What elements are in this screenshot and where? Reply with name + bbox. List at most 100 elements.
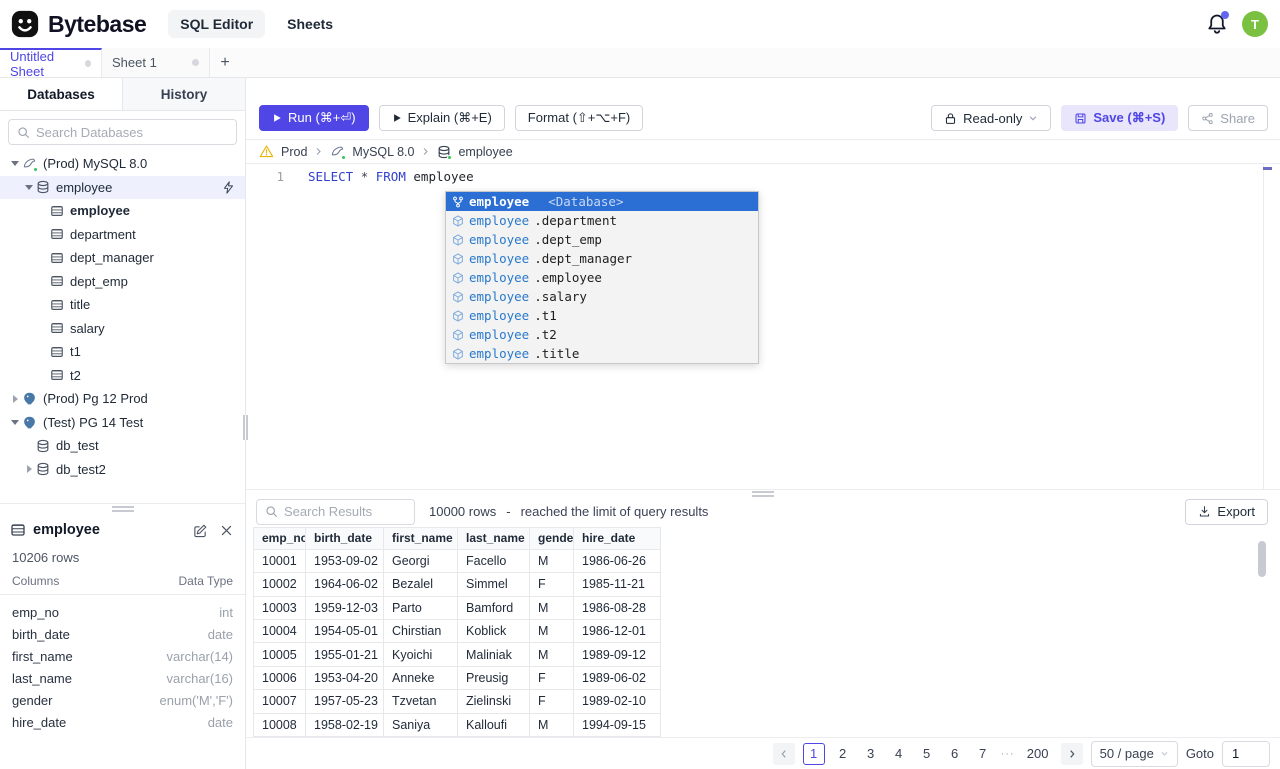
page-2-button[interactable]: 2 — [833, 746, 853, 761]
editor-toolbar: Run (⌘+⏎) Explain (⌘+E) Format (⇧+⌥+F) R… — [246, 78, 1280, 131]
editor-scroll-rail[interactable] — [1263, 164, 1264, 489]
page-1-button[interactable]: 1 — [802, 742, 825, 765]
sql-keyword: SELECT — [308, 169, 354, 184]
save-button[interactable]: Save (⌘+S) — [1061, 105, 1179, 131]
tree-item-table-employee[interactable]: employee — [0, 199, 245, 223]
caret-right-icon[interactable] — [26, 465, 32, 474]
mysql-instance-icon — [22, 156, 38, 173]
suggestion-item-selected[interactable]: employee <Database> — [446, 192, 758, 211]
goto-page-input[interactable] — [1222, 740, 1270, 767]
line-number: 1 — [276, 169, 284, 184]
tab-databases[interactable]: Databases — [0, 78, 123, 110]
results-splitter[interactable] — [246, 489, 1280, 497]
column-header[interactable]: birth_date — [306, 527, 384, 549]
caret-down-icon[interactable] — [11, 419, 19, 425]
unsaved-dot[interactable] — [192, 59, 199, 66]
page-4-button[interactable]: 4 — [889, 746, 909, 761]
column-header[interactable]: gender — [530, 527, 574, 549]
tree-item-table-dept-emp[interactable]: dept_emp — [0, 270, 245, 294]
notifications-bell-icon[interactable] — [1206, 11, 1229, 35]
tree-item-mysql-instance[interactable]: (Prod) MySQL 8.0 — [0, 152, 245, 176]
caret-right-icon[interactable] — [12, 394, 18, 403]
breadcrumb-instance[interactable]: MySQL 8.0 — [352, 145, 414, 159]
breadcrumb-database[interactable]: employee — [458, 145, 512, 159]
column-header[interactable]: first_name — [384, 527, 458, 549]
database-suggestion-icon — [452, 196, 464, 208]
share-button[interactable]: Share — [1188, 105, 1268, 131]
tree-item-db-test2[interactable]: db_test2 — [0, 458, 245, 482]
results-scrollbar-thumb[interactable] — [1258, 541, 1266, 577]
nav-sheets[interactable]: Sheets — [275, 10, 345, 38]
connect-bolt-icon[interactable] — [222, 181, 235, 194]
suggestion-item[interactable]: employee .salary — [446, 287, 758, 306]
tree-item-table-salary[interactable]: salary — [0, 317, 245, 341]
tree-item-table-dept-manager[interactable]: dept_manager — [0, 246, 245, 270]
caret-down-icon[interactable] — [11, 161, 19, 167]
search-databases-input[interactable] — [36, 124, 228, 140]
tree-item-table-department[interactable]: department — [0, 223, 245, 247]
page-7-button[interactable]: 7 — [973, 746, 993, 761]
results-panel: 10000 rows - reached the limit of query … — [246, 497, 1280, 737]
page-200-button[interactable]: 200 — [1023, 746, 1053, 761]
format-button[interactable]: Format (⇧+⌥+F) — [514, 105, 644, 131]
prev-page-button[interactable] — [772, 742, 795, 765]
suggestion-item[interactable]: employee .t1 — [446, 306, 758, 325]
unsaved-dot[interactable] — [85, 60, 91, 67]
search-icon — [17, 126, 30, 139]
breadcrumb-environment[interactable]: Prod — [281, 145, 307, 159]
suggestion-item[interactable]: employee .title — [446, 344, 758, 363]
suggestion-item[interactable]: employee .dept_emp — [446, 230, 758, 249]
main-area: Run (⌘+⏎) Explain (⌘+E) Format (⇧+⌥+F) R… — [246, 78, 1280, 769]
edit-table-icon[interactable] — [193, 523, 208, 538]
suggestion-item[interactable]: employee .department — [446, 211, 758, 230]
table-suggestion-icon — [452, 271, 464, 284]
readonly-mode-select[interactable]: Read-only — [931, 105, 1052, 131]
page-5-button[interactable]: 5 — [917, 746, 937, 761]
chevron-down-icon — [1160, 749, 1169, 758]
pagination-ellipsis: ··· — [1000, 747, 1015, 760]
column-header[interactable]: hire_date — [574, 528, 660, 549]
code-line-1: 1 SELECT * FROM employee — [246, 164, 1280, 186]
tree-item-pg12-instance[interactable]: (Prod) Pg 12 Prod — [0, 387, 245, 411]
column-header[interactable]: emp_no — [254, 527, 306, 549]
table-row: 10002 1964-06-02 Bezalel Simmel F 1985-11-21 — [254, 573, 660, 597]
suggestion-item[interactable]: employee .employee — [446, 268, 758, 287]
nav-sql-editor[interactable]: SQL Editor — [168, 10, 266, 38]
tab-untitled-sheet[interactable]: Untitled Sheet — [0, 48, 102, 79]
tree-item-table-t2[interactable]: t2 — [0, 364, 245, 388]
tree-item-db-test[interactable]: db_test — [0, 434, 245, 458]
caret-down-icon[interactable] — [25, 184, 33, 190]
page-6-button[interactable]: 6 — [945, 746, 965, 761]
column-header[interactable]: last_name — [458, 527, 530, 549]
table-detail-panel: employee 10206 rows Columns Data Type em… — [0, 513, 245, 769]
page-3-button[interactable]: 3 — [861, 746, 881, 761]
suggestion-item[interactable]: employee .dept_manager — [446, 249, 758, 268]
search-results-input[interactable] — [284, 504, 406, 520]
add-sheet-button[interactable]: + — [210, 48, 240, 77]
close-panel-icon[interactable] — [220, 524, 233, 537]
tab-sheet-1[interactable]: Sheet 1 — [102, 48, 210, 77]
tree-item-table-t1[interactable]: t1 — [0, 340, 245, 364]
panel-splitter[interactable] — [0, 503, 245, 513]
run-button[interactable]: Run (⌘+⏎) — [259, 105, 369, 131]
top-header: Bytebase SQL Editor Sheets T — [0, 0, 1280, 48]
autocomplete-popup: employee <Database> employee .department … — [445, 191, 759, 364]
columns-header: Columns — [12, 574, 60, 588]
suggestion-item[interactable]: employee .t2 — [446, 325, 758, 344]
tab-history[interactable]: History — [123, 78, 245, 110]
separator: - — [506, 504, 511, 520]
postgres-instance-icon — [22, 391, 37, 406]
table-suggestion-icon — [452, 214, 464, 227]
page-size-select[interactable]: 50 / page — [1090, 740, 1178, 767]
explain-button[interactable]: Explain (⌘+E) — [378, 105, 505, 131]
pagination-bar: 1 2 3 4 5 6 7 ··· 200 50 / page Goto — [246, 737, 1280, 769]
next-page-button[interactable] — [1060, 742, 1083, 765]
export-button[interactable]: Export — [1185, 498, 1268, 525]
tree-item-table-title[interactable]: title — [0, 293, 245, 317]
tree-item-employee-database[interactable]: employee — [0, 175, 245, 199]
sql-code-editor[interactable]: 1 SELECT * FROM employee employee <Datab… — [246, 164, 1280, 489]
brand-logo[interactable]: Bytebase — [10, 9, 147, 39]
tree-item-pg14-instance[interactable]: (Test) PG 14 Test — [0, 411, 245, 435]
user-avatar[interactable]: T — [1242, 11, 1268, 37]
splitter-grip-icon — [752, 490, 774, 497]
